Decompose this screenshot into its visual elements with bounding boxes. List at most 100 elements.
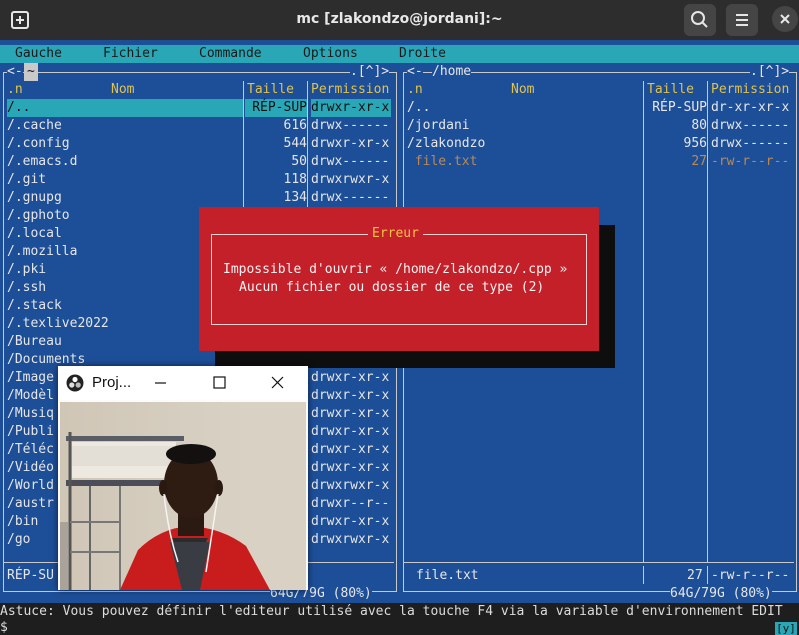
right-status-name: file.txt xyxy=(416,568,479,583)
hint-line: Astuce: Vous pouvez définir l'editeur ut… xyxy=(0,603,799,621)
left-file-row[interactable]: /.config 544 drwxr-xr-x xyxy=(7,135,395,153)
right-file-row[interactable]: /.. RÉP-SUP dr-xr-xr-x xyxy=(407,99,795,117)
menu-droite[interactable]: Droite xyxy=(399,45,446,63)
shell-prompt[interactable]: $ xyxy=(0,620,799,635)
left-file-perm: drwxr-xr-x xyxy=(311,460,390,475)
left-file-size: 50 xyxy=(291,154,307,169)
close-icon xyxy=(780,14,790,24)
left-file-name: /.git xyxy=(7,172,47,187)
menu-options[interactable]: Options xyxy=(303,45,358,63)
left-panel-path[interactable]: ~ xyxy=(24,63,38,81)
left-file-perm: drwxr-xr-x xyxy=(311,370,390,385)
right-file-perm: drwx------ xyxy=(711,136,790,151)
error-message-line2: Aucun fichier ou dossier de ce type (2) xyxy=(239,280,545,295)
prompt-badge: [y] xyxy=(775,622,797,635)
left-header-size[interactable]: Taille xyxy=(247,81,294,99)
left-file-perm: drwxr-xr-x xyxy=(311,388,390,403)
maximize-button[interactable] xyxy=(199,366,239,400)
right-file-perm: dr-xr-xr-x xyxy=(711,100,790,115)
left-file-size: 544 xyxy=(283,136,307,151)
menu-commande[interactable]: Commande xyxy=(199,45,262,63)
projector-titlebar[interactable]: Proj... xyxy=(58,366,308,400)
projector-window[interactable]: Proj... xyxy=(58,366,308,590)
right-panel-corner[interactable]: .[^]> xyxy=(750,63,790,81)
left-file-name: /.. xyxy=(7,99,243,117)
right-header-n[interactable]: .n xyxy=(407,81,423,99)
right-disk-usage: 64G/79G (80%) xyxy=(670,585,772,603)
left-file-perm: drwxr--r-- xyxy=(311,496,390,511)
close-window-button[interactable] xyxy=(772,6,798,32)
right-status-divider xyxy=(404,562,794,563)
left-file-perm: drwx------ xyxy=(311,118,390,133)
right-header-size[interactable]: Taille xyxy=(647,81,694,99)
left-file-name: /.config xyxy=(7,136,70,151)
obs-logo-icon xyxy=(66,374,84,392)
menu-gauche[interactable]: Gauche xyxy=(15,45,62,63)
webcam-video-feed xyxy=(60,402,306,590)
left-file-size: 118 xyxy=(283,172,307,187)
menu-fichier[interactable]: Fichier xyxy=(103,45,158,63)
left-status: RÉP-SU xyxy=(7,568,54,583)
right-file-size: 27 xyxy=(691,154,707,169)
right-file-name: /zlakondzo xyxy=(407,136,486,151)
right-file-name: file.txt xyxy=(407,154,478,169)
right-file-name: /jordani xyxy=(407,118,470,133)
left-file-row[interactable]: /.emacs.d 50 drwx------ xyxy=(7,153,395,171)
left-file-perm: drwxr-xr-x xyxy=(311,424,390,439)
left-file-perm: drwxr-xr-x xyxy=(311,442,390,457)
right-status-perm: -rw-r--r-- xyxy=(711,568,790,583)
hamburger-icon xyxy=(736,14,748,26)
left-file-row[interactable]: /.cache 616 drwx------ xyxy=(7,117,395,135)
right-header-perm[interactable]: Permission xyxy=(711,81,789,99)
maximize-icon xyxy=(213,376,226,389)
window-titlebar: mc [zlakondzo@jordani]:~ xyxy=(0,0,799,40)
right-panel-path[interactable]: /home xyxy=(432,63,472,81)
error-dialog[interactable]: Erreur Impossible d'ouvrir « /home/zlako… xyxy=(199,207,599,351)
search-icon xyxy=(691,11,708,28)
left-file-perm: drwx------ xyxy=(311,154,390,169)
close-icon xyxy=(271,376,284,389)
window-title: mc [zlakondzo@jordani]:~ xyxy=(296,11,503,27)
left-panel-back-arrow[interactable]: <- xyxy=(7,63,23,81)
minimize-icon xyxy=(155,382,166,384)
right-file-row[interactable]: /zlakondzo 956 drwx------ xyxy=(407,135,795,153)
right-file-row[interactable]: file.txt 27 -rw-r--r-- xyxy=(407,153,795,171)
hamburger-menu-button[interactable] xyxy=(726,4,758,36)
left-file-perm: drwxrwxr-x xyxy=(311,172,390,187)
left-file-name: /.gnupg xyxy=(7,190,62,205)
right-panel-back-arrow[interactable]: <- xyxy=(407,63,423,81)
left-file-perm: drwxrwxr-x xyxy=(311,478,390,493)
left-file-row[interactable]: /.git 118 drwxrwxr-x xyxy=(7,171,395,189)
left-file-row[interactable]: /.gnupg 134 drwx------ xyxy=(7,189,395,207)
left-header-name[interactable]: Nom xyxy=(111,81,134,99)
search-button[interactable] xyxy=(684,4,716,36)
left-header-n[interactable]: .n xyxy=(7,81,23,99)
error-message-line1: Impossible d'ouvrir « /home/zlakondzo/.c… xyxy=(223,262,568,277)
left-file-perm: drwxr-xr-x xyxy=(311,99,391,117)
right-file-row[interactable]: /jordani 80 drwx------ xyxy=(407,117,795,135)
left-panel-corner[interactable]: .[^]> xyxy=(350,63,390,81)
left-file-size: 134 xyxy=(283,190,307,205)
right-header-name[interactable]: Nom xyxy=(511,81,534,99)
projector-close-button[interactable] xyxy=(257,366,297,400)
right-file-perm: -rw-r--r-- xyxy=(711,154,790,169)
left-file-perm: drwxrwxr-x xyxy=(311,532,390,547)
projector-title: Proj... xyxy=(92,374,132,391)
right-status-sep xyxy=(643,566,644,584)
left-file-size: RÉP-SUP xyxy=(245,99,307,117)
right-file-size: 80 xyxy=(691,118,707,133)
left-file-name: /.emacs.d xyxy=(7,154,78,169)
mc-menubar: Gauche Fichier Commande Options Droite xyxy=(0,45,799,63)
right-file-perm: drwx------ xyxy=(711,118,790,133)
right-status-size: 27 xyxy=(687,568,703,583)
left-header-perm[interactable]: Permission xyxy=(311,81,389,99)
left-file-perm: drwxr-xr-x xyxy=(311,406,390,421)
error-dialog-title: Erreur xyxy=(368,225,423,243)
right-file-size: RÉP-SUP xyxy=(652,100,707,115)
minimize-button[interactable] xyxy=(140,366,180,400)
left-file-perm: drwxr-xr-x xyxy=(311,514,390,529)
right-file-size: 956 xyxy=(683,136,707,151)
left-file-row[interactable]: /.. RÉP-SUP drwxr-xr-x xyxy=(7,99,395,117)
left-file-name: /.cache xyxy=(7,118,62,133)
left-file-size: 616 xyxy=(283,118,307,133)
